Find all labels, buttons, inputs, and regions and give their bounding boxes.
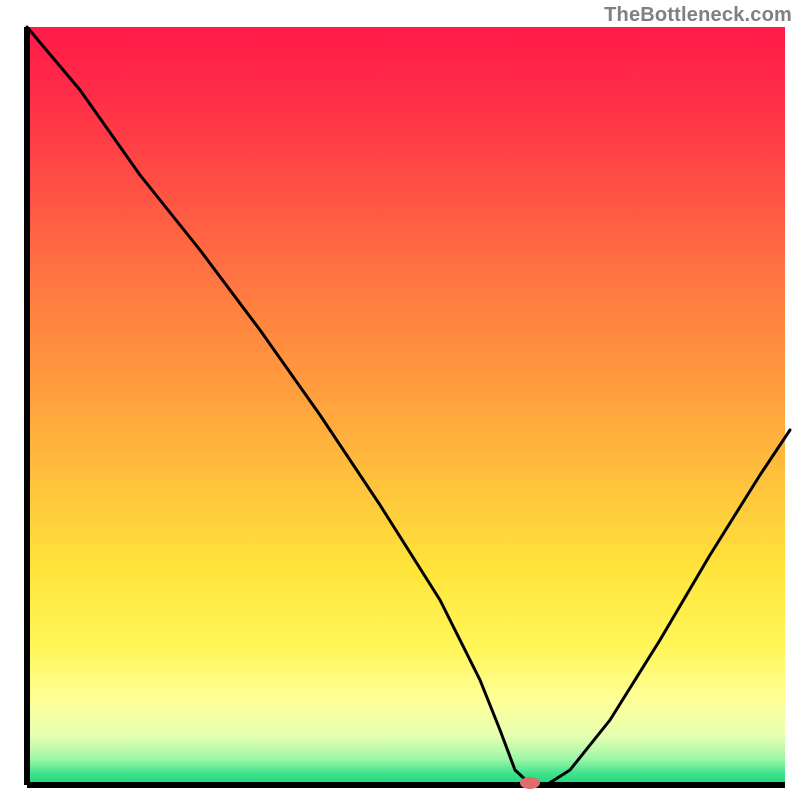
- watermark-text: TheBottleneck.com: [604, 4, 792, 27]
- chart-canvas: [0, 0, 800, 800]
- chart-background: [27, 27, 785, 785]
- optimum-marker: [520, 777, 540, 789]
- bottleneck-chart: TheBottleneck.com: [0, 0, 800, 800]
